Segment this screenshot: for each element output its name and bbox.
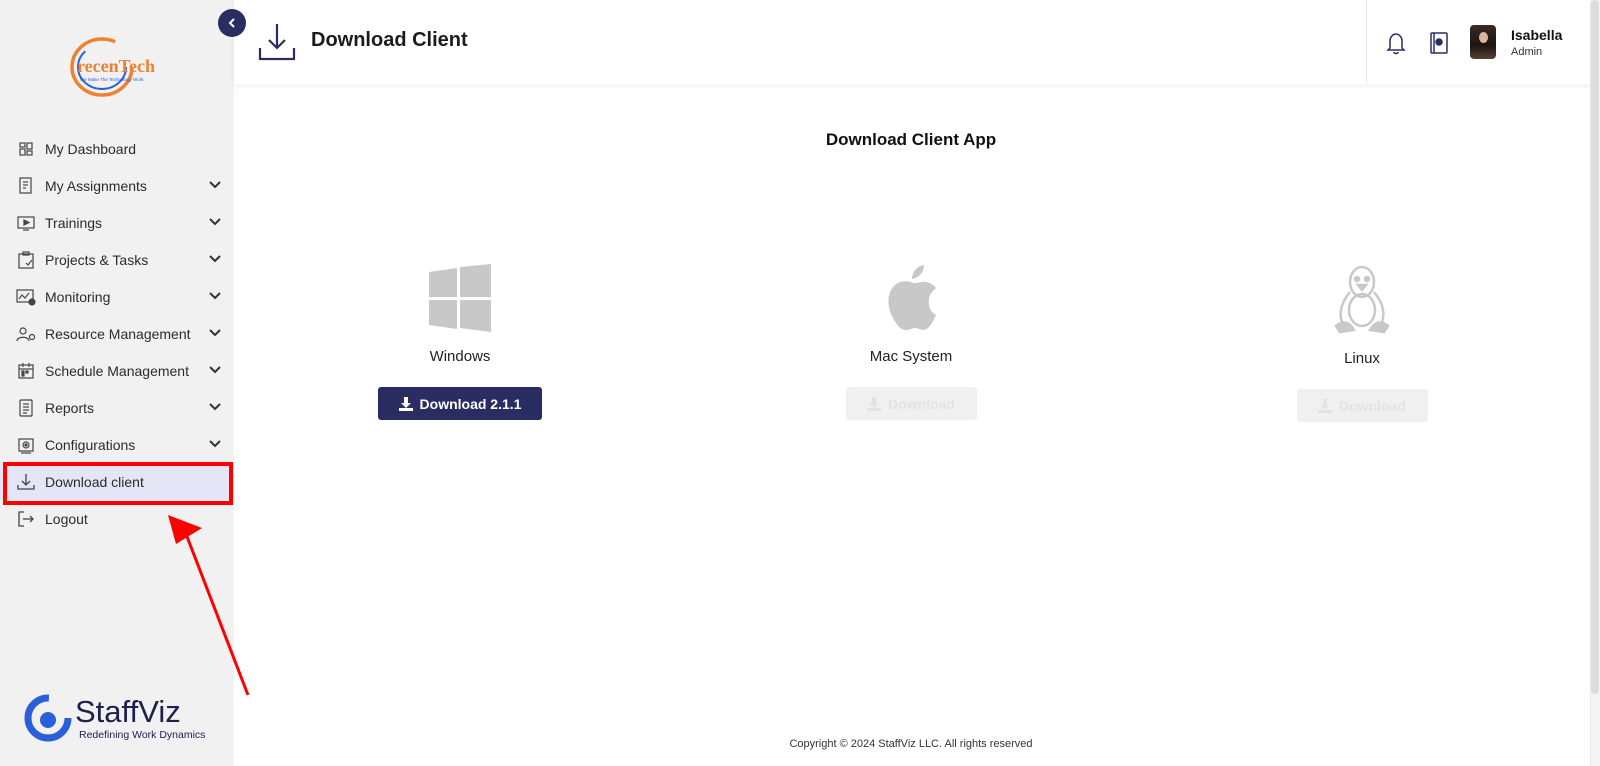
logout-icon bbox=[16, 509, 36, 529]
chevron-down-icon[interactable] bbox=[208, 252, 222, 266]
windows-client-card: Windows Download 2.1.1 bbox=[360, 264, 560, 420]
windows-logo-icon bbox=[429, 264, 491, 332]
chevron-down-icon[interactable] bbox=[208, 437, 222, 451]
download-linux-button[interactable]: Download bbox=[1296, 389, 1428, 422]
resource-icon bbox=[16, 324, 36, 344]
dashboard-icon bbox=[16, 139, 36, 159]
sidebar-item-label: Resource Management bbox=[45, 325, 191, 342]
configurations-icon bbox=[16, 435, 36, 455]
sidebar-item-label: My Assignments bbox=[45, 177, 147, 194]
download-arrow-icon bbox=[398, 396, 413, 411]
sidebar-item-label: Monitoring bbox=[45, 288, 111, 305]
help-book-icon[interactable] bbox=[1428, 31, 1450, 55]
apple-logo-icon bbox=[888, 265, 936, 331]
mac-client-card: Mac System Download bbox=[811, 264, 1011, 420]
button-label: Download bbox=[1339, 397, 1406, 414]
sidebar-item-reports[interactable]: Reports bbox=[0, 389, 234, 426]
sidebar-item-label: Trainings bbox=[45, 214, 103, 231]
avatar[interactable] bbox=[1470, 25, 1496, 59]
download-mac-button[interactable]: Download bbox=[845, 387, 977, 420]
chevron-down-icon[interactable] bbox=[208, 215, 222, 229]
user-role: Admin bbox=[1511, 46, 1543, 58]
sidebar-item-projects-tasks[interactable]: Projects & Tasks bbox=[0, 241, 234, 278]
os-name: Windows bbox=[429, 348, 491, 365]
sidebar-item-my-dashboard[interactable]: My Dashboard bbox=[0, 130, 234, 167]
annotation-highlight-box bbox=[3, 462, 233, 505]
svg-text:Redefining Work Dynamics: Redefining Work Dynamics bbox=[79, 729, 205, 741]
recentech-logo: recenTech We Make The Technology Work bbox=[70, 37, 155, 97]
sidebar-item-trainings[interactable]: Trainings bbox=[0, 204, 234, 241]
sidebar-item-label: Projects & Tasks bbox=[45, 251, 149, 268]
trainings-icon bbox=[16, 213, 36, 233]
linux-tux-icon bbox=[1334, 265, 1390, 334]
download-arrow-icon bbox=[867, 396, 882, 411]
assignments-icon bbox=[16, 176, 36, 196]
os-name: Linux bbox=[1344, 350, 1380, 367]
chevron-down-icon[interactable] bbox=[208, 400, 222, 414]
svg-text:We Make The Technology Work: We Make The Technology Work bbox=[80, 77, 144, 82]
sidebar-item-schedule-management[interactable]: Schedule Management bbox=[0, 352, 234, 389]
sidebar-item-monitoring[interactable]: Monitoring bbox=[0, 278, 234, 315]
chevron-down-icon[interactable] bbox=[208, 326, 222, 340]
section-title: Download Client App bbox=[825, 130, 997, 149]
clipboard-icon bbox=[16, 250, 36, 270]
download-arrow-icon bbox=[1318, 398, 1333, 413]
user-name[interactable]: Isabella bbox=[1511, 27, 1562, 43]
schedule-icon bbox=[16, 361, 36, 381]
sidebar-item-resource-management[interactable]: Resource Management bbox=[0, 315, 234, 352]
collapse-sidebar-button[interactable] bbox=[218, 9, 246, 37]
annotation-arrow bbox=[168, 515, 250, 696]
sidebar-item-my-assignments[interactable]: My Assignments bbox=[0, 167, 234, 204]
download-icon bbox=[258, 24, 296, 61]
sidebar-item-label: Logout bbox=[45, 510, 88, 527]
chevron-left-icon bbox=[228, 18, 235, 28]
download-windows-button[interactable]: Download 2.1.1 bbox=[378, 387, 542, 420]
sidebar-item-label: My Dashboard bbox=[45, 140, 137, 157]
header-actions: Isabella Admin bbox=[1366, 0, 1592, 84]
sidebar-item-configurations[interactable]: Configurations bbox=[0, 426, 234, 463]
sidebar-item-label: Schedule Management bbox=[45, 362, 189, 379]
monitoring-icon bbox=[16, 287, 36, 307]
reports-icon bbox=[16, 398, 36, 418]
bell-icon[interactable] bbox=[1385, 31, 1407, 55]
scrollbar-thumb[interactable] bbox=[1591, 0, 1599, 694]
button-label: Download bbox=[888, 395, 955, 412]
chevron-down-icon[interactable] bbox=[208, 289, 222, 303]
os-name: Mac System bbox=[869, 348, 953, 365]
svg-text:recenTech: recenTech bbox=[77, 56, 155, 76]
chevron-down-icon[interactable] bbox=[208, 363, 222, 377]
button-label: Download 2.1.1 bbox=[419, 395, 522, 412]
linux-client-card: Linux Download bbox=[1262, 264, 1462, 422]
chevron-down-icon[interactable] bbox=[208, 178, 222, 192]
sidebar-item-label: Configurations bbox=[45, 436, 136, 453]
footer-copyright: Copyright © 2024 StaffViz LLC. All right… bbox=[789, 738, 1033, 750]
page-title: Download Client bbox=[311, 29, 468, 51]
sidebar-item-label: Reports bbox=[45, 399, 95, 416]
top-header: Download Client Isabella Admin bbox=[234, 0, 1600, 84]
